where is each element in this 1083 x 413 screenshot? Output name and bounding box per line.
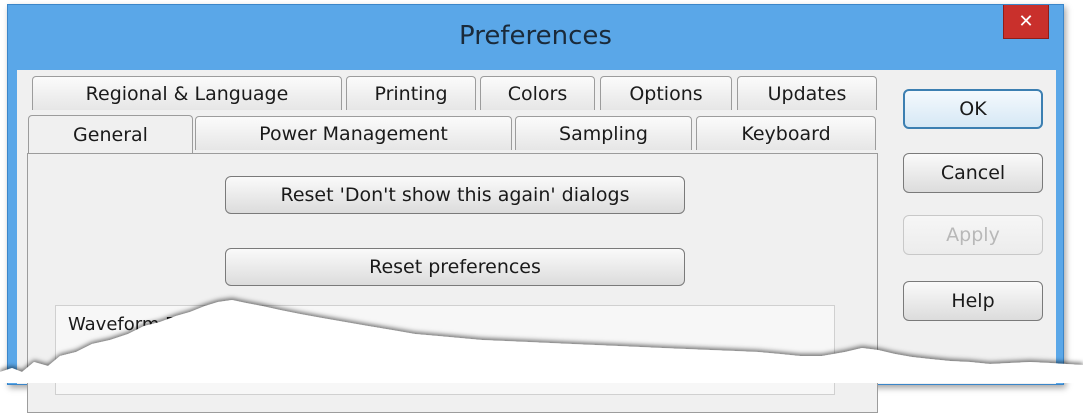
tab-regional-language[interactable]: Regional & Language (32, 76, 342, 110)
tab-label: Options (629, 82, 703, 105)
tab-label: Regional & Language (85, 82, 289, 105)
tab-keyboard[interactable]: Keyboard (696, 116, 876, 150)
close-icon: ✕ (1018, 11, 1034, 32)
groupbox-label: Waveform B (68, 314, 178, 335)
tab-sampling[interactable]: Sampling (515, 116, 692, 150)
tab-label: General (73, 123, 148, 146)
reset-dialogs-button[interactable]: Reset 'Don't show this again' dialogs (225, 176, 685, 214)
button-label: Reset preferences (369, 256, 541, 278)
tab-colors[interactable]: Colors (480, 76, 595, 110)
button-label: OK (959, 98, 987, 120)
window-title: Preferences (459, 20, 612, 51)
ok-button[interactable]: OK (903, 89, 1043, 129)
tab-label: Updates (767, 82, 847, 105)
tab-label: Keyboard (741, 122, 831, 145)
cancel-button[interactable]: Cancel (903, 153, 1043, 193)
button-label: Apply (946, 224, 1000, 246)
tab-updates[interactable]: Updates (737, 76, 877, 110)
tab-general[interactable]: General (28, 115, 193, 153)
button-label: Reset 'Don't show this again' dialogs (280, 184, 630, 206)
tab-label: Sampling (559, 122, 648, 145)
button-label: Cancel (940, 162, 1006, 184)
tab-label: Colors (507, 82, 568, 105)
title-bar: Preferences ✕ (8, 5, 1063, 70)
tab-power-management[interactable]: Power Management (195, 116, 512, 150)
close-button[interactable]: ✕ (1003, 5, 1049, 39)
tab-options[interactable]: Options (600, 76, 732, 110)
apply-button[interactable]: Apply (903, 215, 1043, 255)
waveform-groupbox: Waveform B (55, 305, 835, 395)
tab-label: Power Management (259, 122, 448, 145)
reset-preferences-button[interactable]: Reset preferences (225, 248, 685, 286)
tab-label: Printing (374, 82, 448, 105)
button-label: Help (951, 290, 995, 312)
tab-printing[interactable]: Printing (346, 76, 476, 110)
help-button[interactable]: Help (903, 281, 1043, 321)
